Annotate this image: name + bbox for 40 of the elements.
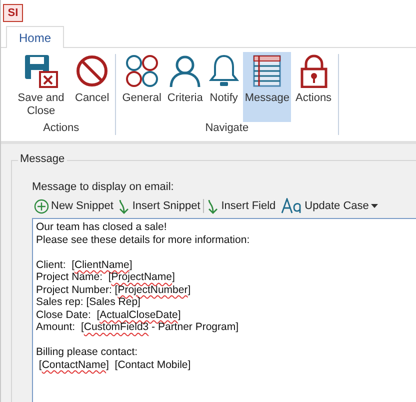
ribbon-button[interactable]: Save and Close <box>11 52 71 122</box>
ribbon-button[interactable]: Actions <box>293 52 334 122</box>
toolbar-button[interactable]: Insert Field <box>205 198 278 214</box>
message-line: Client: [ClientName] <box>36 258 134 271</box>
plus-circle-icon <box>34 198 49 214</box>
message-line: Sales rep: [Sales Rep] <box>36 296 142 308</box>
group-title: Message <box>18 153 67 165</box>
person-icon <box>168 54 202 88</box>
curved-arrow-icon <box>118 198 130 214</box>
message-editor[interactable] <box>32 218 416 402</box>
ribbon-tab[interactable]: Home <box>6 26 64 48</box>
message-line: Billing please contact: <box>36 346 139 358</box>
ribbon-button[interactable]: Cancel <box>73 52 112 122</box>
ribbon-group-label: Navigate <box>205 122 249 136</box>
message-line: Project Number: [ProjectNumber] <box>36 284 192 296</box>
ribbon-button[interactable]: Notify <box>206 52 241 122</box>
ribbon-group-label: Actions <box>43 122 80 136</box>
ribbon-button[interactable]: General <box>120 52 164 122</box>
circles-icon <box>124 54 159 88</box>
ribbon-button[interactable]: Message <box>242 52 292 122</box>
ribbon-button[interactable]: Criteria <box>165 52 205 122</box>
caret-icon <box>370 204 378 208</box>
floppy-disk-icon <box>23 54 59 88</box>
lined-page-icon <box>252 54 282 88</box>
message-line: Our team has closed a sale! <box>36 221 168 234</box>
letter-case-icon <box>280 198 303 214</box>
message-line: Please see these details for more information: <box>36 234 251 246</box>
bell-icon <box>208 54 239 88</box>
message-line: Project Name: [ProjectName] <box>36 271 176 284</box>
message-line: [ContactName] [Contact Mobile] <box>38 358 192 371</box>
padlock-icon <box>298 54 329 88</box>
toolbar-button[interactable]: New Snippet <box>32 198 116 214</box>
message-line: Close Date: [ActualCloseDate] <box>36 308 182 321</box>
app-logo: SI <box>3 4 23 22</box>
toolbar-button[interactable]: Update Case <box>278 198 380 214</box>
toolbar-button[interactable]: Insert Snippet <box>116 198 202 214</box>
field-label: Message to display on email: <box>32 181 175 193</box>
cancel-icon <box>75 54 110 88</box>
message-line: Amount: [CustomField3 - Partner Program] <box>36 321 240 334</box>
curved-arrow-icon <box>207 198 220 214</box>
